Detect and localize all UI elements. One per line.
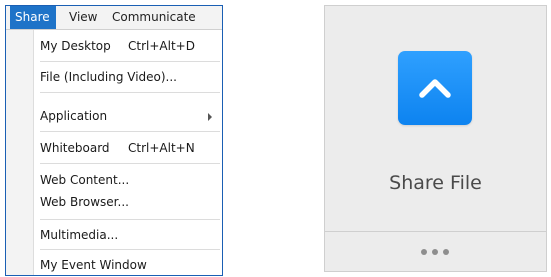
- share-file-card[interactable]: Share File: [324, 5, 547, 272]
- menubar-view[interactable]: View: [64, 6, 102, 29]
- menu-item-label: Web Content...: [40, 173, 130, 187]
- menu-item-label: My Event Window: [40, 258, 147, 272]
- menu-separator: [40, 249, 220, 250]
- menu-item-web-content[interactable]: Web Content...: [36, 169, 220, 191]
- menu-separator: [40, 131, 220, 132]
- menu-item-multimedia[interactable]: Multimedia...: [36, 224, 220, 246]
- menu-item-web-browser[interactable]: Web Browser...: [36, 191, 220, 213]
- menu-separator: [40, 61, 220, 62]
- dot: [421, 249, 427, 255]
- menu-item-file[interactable]: File (Including Video)...: [36, 66, 220, 88]
- menu-item-label: File (Including Video)...: [40, 70, 177, 84]
- menu-item-shortcut: Ctrl+Alt+D: [128, 39, 195, 53]
- menu-item-shortcut: Ctrl+Alt+N: [128, 141, 195, 155]
- more-dots-icon[interactable]: [421, 247, 451, 257]
- menu-item-my-event-window[interactable]: My Event Window: [36, 254, 220, 276]
- menu-item-my-desktop[interactable]: My Desktop Ctrl+Alt+D: [36, 35, 220, 57]
- menubar-communicate[interactable]: Communicate: [107, 6, 201, 29]
- card-divider: [325, 231, 546, 232]
- menubar-share[interactable]: Share: [10, 6, 56, 29]
- menu-item-application[interactable]: Application: [36, 105, 220, 127]
- menu-item-label: Web Browser...: [40, 195, 129, 209]
- menu-item-label: Whiteboard: [40, 141, 110, 155]
- menu-item-label: My Desktop: [40, 39, 111, 53]
- chevron-up-icon: [419, 79, 451, 98]
- share-file-icon-tile[interactable]: [398, 51, 472, 125]
- share-dropdown: My Desktop Ctrl+Alt+D File (Including Vi…: [6, 30, 222, 275]
- menu-item-whiteboard[interactable]: Whiteboard Ctrl+Alt+N: [36, 137, 220, 159]
- submenu-arrow-icon: [208, 113, 212, 121]
- menu-item-label: Multimedia...: [40, 228, 119, 242]
- menu-item-label: Application: [40, 109, 108, 123]
- share-menu-panel: Share View Communicate My Desktop Ctrl+A…: [5, 5, 223, 276]
- menu-gutter: [6, 30, 34, 275]
- menu-separator: [40, 219, 220, 220]
- menu-separator: [40, 163, 220, 164]
- menubar: Share View Communicate: [6, 6, 222, 30]
- dot: [443, 249, 449, 255]
- dot: [432, 249, 438, 255]
- share-file-title: Share File: [389, 172, 482, 194]
- menu-separator: [40, 92, 220, 93]
